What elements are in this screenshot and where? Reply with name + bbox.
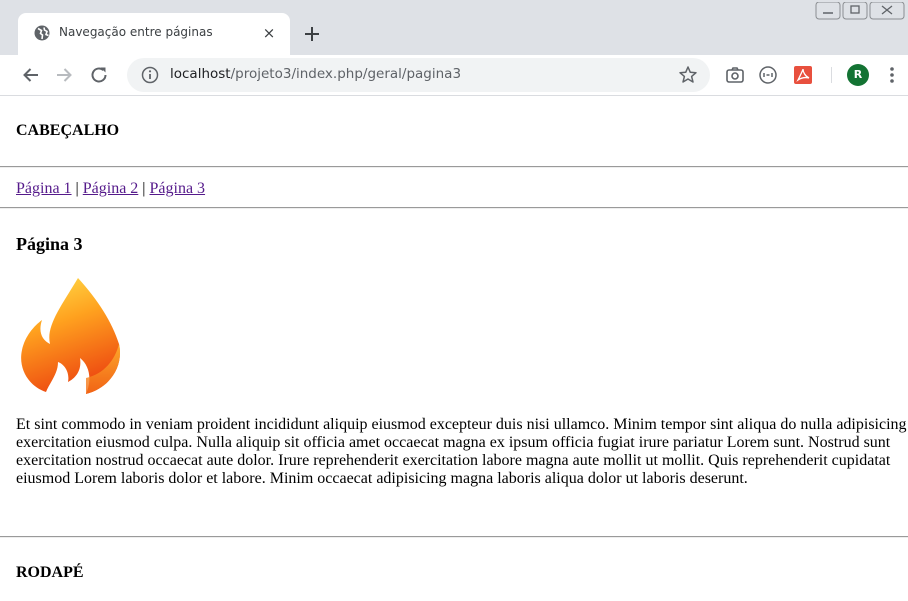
tab-capture-icon[interactable]	[757, 64, 779, 86]
nav-link-pagina-2[interactable]: Página 2	[83, 180, 139, 197]
page-header-title: CABEÇALHO	[16, 122, 120, 139]
pdf-icon[interactable]	[792, 64, 814, 86]
camera-icon[interactable]	[724, 64, 746, 86]
nav-link-pagina-1[interactable]: Página 1	[16, 180, 72, 197]
page-paragraph: Et sint commodo in veniam proident incid…	[16, 416, 907, 487]
header-divider	[0, 166, 908, 168]
profile-avatar[interactable]: R	[847, 64, 869, 86]
back-arrow-icon[interactable]	[20, 64, 42, 86]
restore-icon[interactable]	[842, 2, 868, 20]
browser-tab[interactable]: Navegação entre páginas ×	[18, 13, 290, 55]
tab-close-icon[interactable]: ×	[257, 21, 281, 45]
url-host: localhost	[170, 66, 231, 82]
page-heading: Página 3	[16, 234, 83, 254]
tab-title: Navegação entre páginas	[59, 25, 213, 39]
info-icon[interactable]	[141, 66, 159, 84]
nav-link-pagina-3[interactable]: Página 3	[150, 180, 206, 197]
page-nav: Página 1 | Página 2 | Página 3	[16, 180, 205, 198]
page-footer-title: RODAPÉ	[16, 564, 84, 581]
plus-icon[interactable]	[298, 20, 326, 48]
page-content: CABEÇALHO Página 1 | Página 2 | Página 3…	[0, 96, 908, 601]
nav-divider	[0, 207, 908, 209]
minimize-icon[interactable]	[815, 2, 841, 20]
star-icon[interactable]	[678, 65, 698, 85]
codeigniter-flame-logo	[21, 278, 121, 394]
nav-separator: |	[71, 180, 83, 197]
kebab-menu-icon[interactable]	[885, 64, 899, 86]
nav-separator: |	[138, 180, 150, 197]
close-window-icon[interactable]	[869, 2, 905, 20]
url-path: /projeto3/index.php/geral/pagina3	[230, 66, 462, 82]
reload-icon[interactable]	[88, 64, 110, 86]
url-text[interactable]: localhost/projeto3/index.php/geral/pagin…	[170, 66, 461, 82]
tab-strip: Navegação entre páginas ×	[0, 0, 908, 55]
footer-divider	[0, 536, 908, 538]
browser-toolbar: localhost/projeto3/index.php/geral/pagin…	[0, 55, 908, 96]
toolbar-separator	[831, 67, 832, 83]
forward-arrow-icon[interactable]	[53, 64, 75, 86]
address-bar[interactable]: localhost/projeto3/index.php/geral/pagin…	[127, 58, 710, 92]
globe-icon	[34, 25, 50, 41]
